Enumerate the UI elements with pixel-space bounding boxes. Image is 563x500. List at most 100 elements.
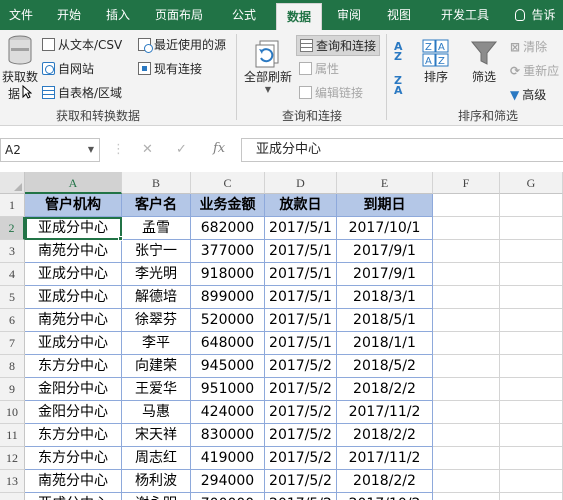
table-cell[interactable]	[500, 424, 563, 447]
tab-6[interactable]: 审阅	[326, 0, 372, 30]
cancel-icon[interactable]: ✕	[142, 142, 153, 157]
row-header-11[interactable]: 11	[0, 424, 25, 447]
table-cell[interactable]	[433, 332, 500, 355]
table-cell[interactable]	[500, 309, 563, 332]
table-cell[interactable]: 南苑分中心	[25, 240, 122, 263]
queries-connections-button[interactable]: 查询和连接	[296, 35, 381, 56]
table-cell[interactable]: 2017/11/2	[337, 401, 433, 424]
table-cell[interactable]: 899000	[191, 286, 265, 309]
from-web-button[interactable]: 自网站	[42, 60, 94, 77]
advanced-filter-button[interactable]: ▼ 高级	[510, 86, 546, 103]
table-cell[interactable]	[500, 493, 563, 500]
table-header-cell[interactable]: 管户机构	[25, 194, 122, 217]
tab-1[interactable]: 开始	[48, 0, 90, 30]
column-header-G[interactable]: G	[500, 172, 563, 194]
table-cell[interactable]: 2017/5/1	[265, 286, 337, 309]
select-all-button[interactable]	[0, 172, 25, 194]
table-cell[interactable]: 377000	[191, 240, 265, 263]
table-cell[interactable]: 2017/9/1	[337, 263, 433, 286]
table-cell[interactable]: 2017/5/1	[265, 240, 337, 263]
table-header-cell[interactable]: 业务金额	[191, 194, 265, 217]
table-cell[interactable]: 2018/1/1	[337, 332, 433, 355]
table-cell[interactable]	[433, 263, 500, 286]
table-cell[interactable]: 682000	[191, 217, 265, 240]
tab-7[interactable]: 视图	[376, 0, 422, 30]
table-cell[interactable]: 2017/5/1	[265, 217, 337, 240]
table-cell[interactable]: 向建荣	[122, 355, 191, 378]
properties-button[interactable]: 属性	[299, 60, 339, 77]
clear-filter-button[interactable]: ⊠ 清除	[510, 38, 547, 55]
from-text-csv-button[interactable]: 从文本/CSV	[42, 36, 122, 53]
table-cell[interactable]: 金阳分中心	[25, 401, 122, 424]
row-header-8[interactable]: 8	[0, 355, 25, 378]
table-cell[interactable]	[433, 355, 500, 378]
sort-descending-icon[interactable]: ZA	[394, 75, 403, 96]
column-header-B[interactable]: B	[122, 172, 191, 194]
table-cell[interactable]: 亚成分中心	[25, 493, 122, 500]
reapply-button[interactable]: ⟳ 重新应	[510, 62, 559, 79]
tab-2[interactable]: 插入	[96, 0, 140, 30]
table-cell[interactable]	[500, 401, 563, 424]
table-cell[interactable]: 2018/2/2	[337, 470, 433, 493]
table-cell[interactable]	[500, 447, 563, 470]
tab-0[interactable]: 文件	[0, 0, 42, 30]
get-data-button[interactable]: 获取数 据	[0, 34, 40, 102]
row-header-12[interactable]: 12	[0, 447, 25, 470]
column-header-C[interactable]: C	[191, 172, 265, 194]
table-cell[interactable]: 2017/5/1	[265, 332, 337, 355]
table-header-cell[interactable]: 客户名	[122, 194, 191, 217]
table-cell[interactable]: 2018/5/2	[337, 355, 433, 378]
table-cell[interactable]	[433, 309, 500, 332]
table-cell[interactable]: 张宁一	[122, 240, 191, 263]
table-cell[interactable]: 2017/11/2	[337, 447, 433, 470]
table-cell[interactable]	[433, 470, 500, 493]
tab-9[interactable]: 告诉	[508, 0, 563, 30]
table-cell[interactable]: 2017/5/2	[265, 424, 337, 447]
formula-input[interactable]: 亚成分中心	[241, 138, 563, 162]
table-cell[interactable]: 2017/5/2	[265, 447, 337, 470]
table-cell[interactable]	[433, 240, 500, 263]
tab-4[interactable]: 公式	[218, 0, 270, 30]
table-cell[interactable]: 王爱华	[122, 378, 191, 401]
table-cell[interactable]: 2017/9/1	[337, 240, 433, 263]
table-cell[interactable]: 2017/5/1	[265, 309, 337, 332]
table-cell[interactable]: 2017/5/1	[265, 263, 337, 286]
table-cell[interactable]	[500, 194, 563, 217]
row-header-5[interactable]: 5	[0, 286, 25, 309]
recent-sources-button[interactable]: 最近使用的源	[138, 36, 226, 53]
table-cell[interactable]: 520000	[191, 309, 265, 332]
table-cell[interactable]: 2017/5/2	[265, 378, 337, 401]
existing-connections-button[interactable]: 现有连接	[138, 60, 202, 77]
table-cell[interactable]	[433, 401, 500, 424]
table-cell[interactable]: 2018/5/1	[337, 309, 433, 332]
table-cell[interactable]: 解德培	[122, 286, 191, 309]
table-cell[interactable]	[433, 194, 500, 217]
table-cell[interactable]	[500, 263, 563, 286]
table-cell[interactable]	[500, 355, 563, 378]
table-cell[interactable]: 294000	[191, 470, 265, 493]
edit-links-button[interactable]: 编辑链接	[299, 84, 363, 101]
column-header-E[interactable]: E	[337, 172, 433, 194]
table-cell[interactable]: 南苑分中心	[25, 470, 122, 493]
table-cell[interactable]: 金阳分中心	[25, 378, 122, 401]
table-cell[interactable]	[433, 447, 500, 470]
table-cell[interactable]	[500, 286, 563, 309]
table-header-cell[interactable]: 到期日	[337, 194, 433, 217]
table-cell[interactable]	[433, 378, 500, 401]
table-cell[interactable]	[500, 332, 563, 355]
table-cell[interactable]: 周志红	[122, 447, 191, 470]
table-cell[interactable]: 945000	[191, 355, 265, 378]
table-cell[interactable]: 李平	[122, 332, 191, 355]
table-cell[interactable]: 马惠	[122, 401, 191, 424]
table-cell[interactable]: 700000	[191, 493, 265, 500]
table-cell[interactable]: 2018/3/1	[337, 286, 433, 309]
row-header-10[interactable]: 10	[0, 401, 25, 424]
row-header-7[interactable]: 7	[0, 332, 25, 355]
tab-3[interactable]: 页面布局	[146, 0, 212, 30]
table-cell[interactable]	[433, 493, 500, 500]
table-cell[interactable]	[500, 470, 563, 493]
row-header-6[interactable]: 6	[0, 309, 25, 332]
table-cell[interactable]: 951000	[191, 378, 265, 401]
column-header-F[interactable]: F	[433, 172, 500, 194]
insert-function-icon[interactable]: fx	[213, 141, 225, 156]
